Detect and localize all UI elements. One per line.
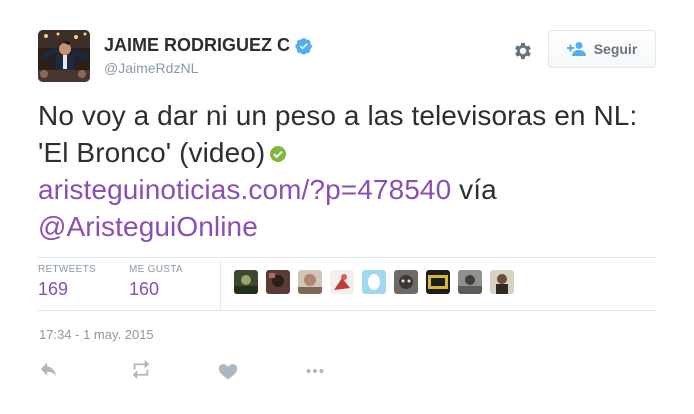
liker-avatar[interactable] xyxy=(394,270,418,294)
more-icon[interactable] xyxy=(304,360,326,382)
stats-bottom-divider xyxy=(38,310,656,311)
tweet-stats: RETWEETS 169 ME GUSTA 160 xyxy=(38,260,656,310)
stats-top-divider xyxy=(38,257,656,258)
tweet-text: No voy a dar ni un peso a las televisora… xyxy=(38,97,668,245)
gear-icon[interactable] xyxy=(512,40,534,62)
author-avatar[interactable] xyxy=(38,30,90,82)
retweets-stat[interactable]: RETWEETS 169 xyxy=(38,264,96,300)
tweet-link[interactable]: aristeguinoticias.com/?p=478540 xyxy=(38,174,451,205)
liker-avatar[interactable] xyxy=(426,270,450,294)
likes-label: ME GUSTA xyxy=(129,264,183,275)
tweet-card: JAIME RODRIGUEZ C @JaimeRdzNL Seguir No … xyxy=(0,0,694,414)
liker-avatar[interactable] xyxy=(362,270,386,294)
check-emoji-icon xyxy=(270,146,287,162)
author-screen-name[interactable]: @JaimeRdzNL xyxy=(104,60,313,76)
verified-badge-icon xyxy=(295,37,312,55)
person-plus-icon xyxy=(566,42,586,56)
author-names: JAIME RODRIGUEZ C @JaimeRdzNL xyxy=(104,35,313,76)
liker-avatar[interactable] xyxy=(458,270,482,294)
author-full-name[interactable]: JAIME RODRIGUEZ C xyxy=(104,35,290,56)
via-word: vía xyxy=(459,174,497,205)
stats-separator xyxy=(220,260,221,310)
liker-avatars xyxy=(234,270,514,294)
retweet-icon[interactable] xyxy=(130,360,152,382)
tweet-timestamp[interactable]: 17:34 - 1 may. 2015 xyxy=(39,327,154,342)
liker-avatar[interactable] xyxy=(266,270,290,294)
liker-avatar[interactable] xyxy=(330,270,354,294)
liker-avatar[interactable] xyxy=(490,270,514,294)
liker-avatar[interactable] xyxy=(298,270,322,294)
tweet-body: No voy a dar ni un peso a las televisora… xyxy=(38,100,638,168)
follow-button-label: Seguir xyxy=(593,41,638,57)
liker-avatar[interactable] xyxy=(234,270,258,294)
reply-icon[interactable] xyxy=(38,360,60,382)
heart-icon[interactable] xyxy=(217,360,239,382)
likes-stat[interactable]: ME GUSTA 160 xyxy=(129,264,183,300)
author-name-row: JAIME RODRIGUEZ C xyxy=(104,35,313,56)
tweet-mention[interactable]: @AristeguiOnline xyxy=(38,211,258,242)
retweets-label: RETWEETS xyxy=(38,264,96,275)
tweet-header: JAIME RODRIGUEZ C @JaimeRdzNL Seguir xyxy=(38,30,656,82)
likes-count: 160 xyxy=(129,279,160,299)
retweets-count: 169 xyxy=(38,279,69,299)
follow-button[interactable]: Seguir xyxy=(548,30,656,68)
